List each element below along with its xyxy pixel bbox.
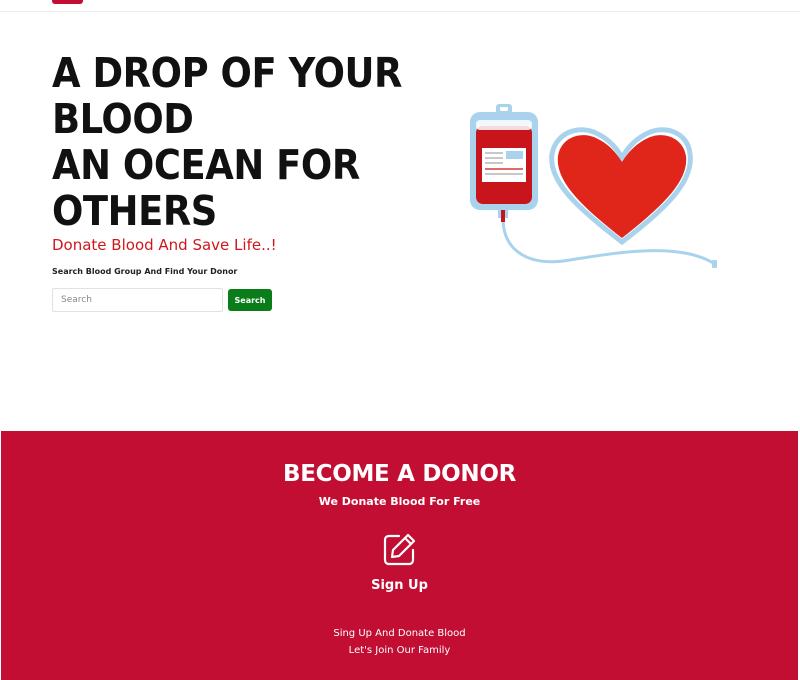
become-donor-section: BECOME A DONOR We Donate Blood For Free …: [1, 431, 798, 680]
heart-shape: [557, 135, 687, 238]
tube-end: [712, 260, 717, 268]
hero-section: A DROP OF YOUR BLOOD AN OCEAN FOR OTHERS…: [0, 12, 800, 431]
search-label: Search Blood Group And Find Your Donor: [52, 267, 238, 276]
donor-description-line-1: Sing Up And Donate Blood: [333, 628, 466, 639]
edit-icon[interactable]: [381, 531, 418, 568]
hero-tagline: Donate Blood And Save Life..!: [52, 236, 277, 254]
headline-line-4: OTHERS: [52, 187, 217, 235]
search-input[interactable]: [52, 288, 223, 312]
search-button[interactable]: Search: [228, 289, 272, 311]
signup-link[interactable]: Sign Up: [1, 578, 798, 593]
top-navbar: [0, 0, 800, 12]
headline-line-2: BLOOD: [52, 95, 194, 143]
donor-description-line-2: Let's Join Our Family: [348, 645, 451, 656]
donor-title: BECOME A DONOR: [282, 461, 517, 487]
hero-headline: A DROP OF YOUR BLOOD AN OCEAN FOR OTHERS: [52, 49, 402, 235]
headline-line-3: AN OCEAN FOR: [52, 141, 360, 189]
donor-subtitle: We Donate Blood For Free: [318, 495, 481, 508]
blood-donation-illustration: [470, 104, 717, 268]
headline-line-1: A DROP OF YOUR: [52, 49, 402, 97]
navbar-logo-edge[interactable]: [52, 0, 83, 4]
